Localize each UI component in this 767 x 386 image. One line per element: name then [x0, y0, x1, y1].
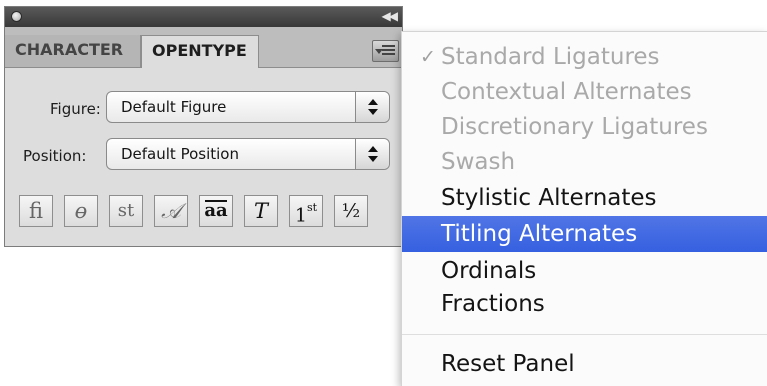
menu-item-label: Fractions — [441, 291, 545, 317]
close-icon[interactable] — [11, 11, 22, 22]
collapse-icon[interactable]: ◀◀ — [382, 9, 399, 23]
menu-item-label: Ordinals — [441, 258, 537, 284]
position-value: Default Position — [121, 145, 239, 163]
arrow-bar-icon — [205, 200, 227, 202]
menu-item-label: Discretionary Ligatures — [441, 114, 708, 140]
figure-value: Default Figure — [121, 98, 227, 116]
position-select[interactable]: Default Position — [106, 138, 390, 170]
menu-item-label: Titling Alternates — [441, 221, 638, 247]
menu-item-contextual-alternates[interactable]: Contextual Alternates — [402, 76, 767, 108]
glyph-sup-text: st — [307, 201, 318, 214]
st-ligature-icon[interactable]: st — [109, 195, 143, 227]
glyph-text: 𝒜 — [161, 199, 181, 223]
menu-item-swash[interactable]: Swash — [402, 146, 767, 178]
figure-label: Figure: — [50, 100, 101, 118]
menu-item-label: Contextual Alternates — [441, 79, 692, 105]
menu-item-label: Swash — [441, 149, 516, 175]
arrow-up-icon — [368, 99, 378, 105]
glyph-text: ﬁ — [28, 199, 43, 223]
menu-item-stylistic-alternates[interactable]: Stylistic Alternates — [402, 182, 767, 214]
figure-stepper[interactable] — [355, 92, 389, 122]
opentype-options-menu: ✓ Standard Ligatures Contextual Alternat… — [401, 31, 767, 386]
menu-item-standard-ligatures[interactable]: ✓ Standard Ligatures — [402, 41, 767, 73]
titling-alternates-icon[interactable]: T — [244, 195, 278, 227]
fractions-icon[interactable]: ½ — [334, 195, 368, 227]
menu-item-ordinals[interactable]: Ordinals — [402, 255, 767, 287]
menu-item-label: Reset Panel — [441, 351, 575, 377]
menu-lines-icon — [382, 45, 395, 57]
menu-item-fractions[interactable]: Fractions — [402, 288, 767, 320]
swash-icon[interactable]: 𝒜 — [154, 195, 188, 227]
menu-item-reset-panel[interactable]: Reset Panel — [402, 348, 767, 380]
check-icon: ✓ — [420, 46, 436, 68]
position-stepper[interactable] — [355, 139, 389, 169]
glyph-text: st — [117, 200, 135, 221]
opentype-glyph-buttons: ﬁ ɵ st 𝒜 aa T 1st ½ — [19, 195, 387, 227]
arrow-down-icon — [368, 109, 378, 115]
glyph-text: T — [253, 199, 268, 223]
menu-separator — [402, 334, 767, 335]
glyph-text: aa — [204, 200, 228, 221]
figure-select[interactable]: Default Figure — [106, 91, 390, 123]
menu-item-titling-alternates[interactable]: Titling Alternates — [402, 216, 767, 252]
menu-item-label: Standard Ligatures — [441, 44, 660, 70]
tab-opentype[interactable]: OPENTYPE — [141, 35, 259, 68]
tab-character[interactable]: CHARACTER — [5, 35, 141, 67]
ordinals-icon[interactable]: 1st — [289, 195, 323, 227]
opentype-panel: ◀◀ CHARACTER OPENTYPE Figure: Default Fi… — [4, 6, 403, 247]
panel-titlebar[interactable]: ◀◀ — [5, 7, 402, 27]
tab-bar: CHARACTER OPENTYPE — [5, 27, 402, 68]
glyph-text: 1 — [294, 204, 307, 227]
panel-menu-button[interactable] — [372, 40, 399, 62]
glyph-text: ɵ — [74, 199, 88, 223]
stylistic-alternates-icon[interactable]: aa — [199, 195, 233, 227]
ligature-fi-icon[interactable]: ﬁ — [19, 195, 53, 227]
arrow-up-icon — [368, 146, 378, 152]
discretionary-ligature-icon[interactable]: ɵ — [64, 195, 98, 227]
menu-item-label: Stylistic Alternates — [441, 185, 657, 211]
position-label: Position: — [23, 147, 87, 165]
glyph-text: ½ — [341, 200, 361, 222]
arrow-down-icon — [368, 156, 378, 162]
menu-item-discretionary-ligatures[interactable]: Discretionary Ligatures — [402, 111, 767, 143]
